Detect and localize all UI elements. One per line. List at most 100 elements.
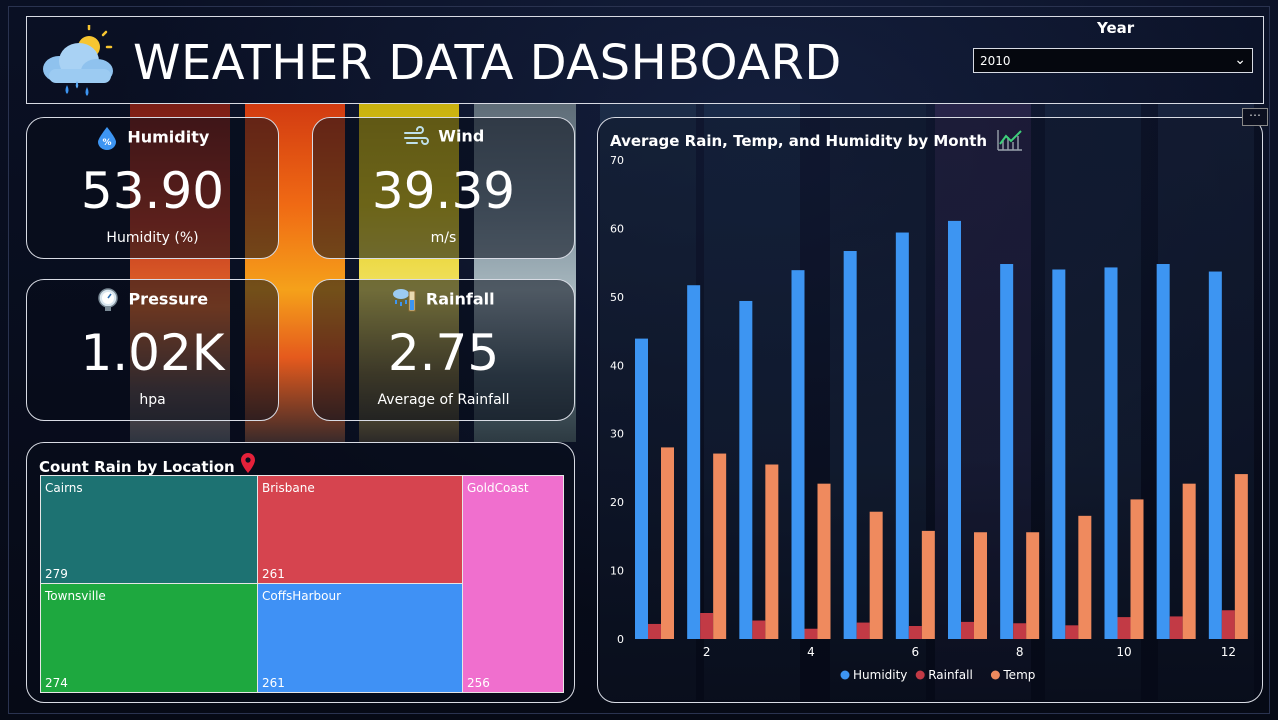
tile-name: GoldCoast	[467, 481, 529, 495]
y-tick-label: 0	[617, 633, 624, 646]
bar-temp-month-3	[765, 464, 779, 639]
header-banner: WEATHER DATA DASHBOARD Year 2010 ⌄	[26, 16, 1264, 104]
kpi-wind-label: Wind	[438, 126, 485, 146]
wind-icon	[403, 126, 429, 145]
bar-temp-month-5	[869, 511, 883, 639]
bar-humidity-month-11	[1156, 264, 1170, 639]
kpi-wind-unit: m/s	[430, 230, 457, 246]
y-tick-label: 20	[610, 496, 624, 509]
bar-temp-month-4	[817, 483, 831, 639]
kpi-rainfall-unit: Average of Rainfall	[377, 392, 510, 408]
bar-rainfall-month-1	[648, 623, 661, 639]
year-filter-label: Year	[1097, 19, 1135, 37]
year-dropdown-value: 2010	[980, 54, 1011, 68]
bar-humidity-month-4	[791, 270, 805, 639]
y-tick-label: 40	[610, 359, 624, 372]
bar-rainfall-month-5	[856, 622, 870, 639]
treemap-card: Count Rain by Location Cairns 279 Brisba…	[26, 442, 575, 703]
treemap-tile-brisbane[interactable]: Brisbane 261	[257, 475, 463, 584]
bar-humidity-month-3	[739, 300, 753, 639]
legend-label-humidity: Humidity	[853, 668, 907, 682]
treemap-title: Count Rain by Location	[39, 453, 256, 476]
x-tick-label: 4	[807, 645, 815, 659]
kpi-wind-header: Wind	[313, 126, 574, 148]
bar-humidity-month-12	[1208, 271, 1222, 639]
kpi-rainfall-header: Rainfall	[313, 288, 574, 312]
bar-humidity-month-2	[687, 285, 701, 639]
y-tick-label: 70	[610, 154, 624, 167]
legend-marker-rainfall	[915, 670, 925, 680]
bar-rainfall-month-8	[1013, 623, 1027, 639]
bar-temp-month-2	[713, 453, 727, 639]
tile-name: Townsville	[45, 589, 106, 603]
kpi-humidity-value: 53.90	[80, 162, 225, 220]
kpi-rainfall-value: 2.75	[387, 324, 500, 382]
bar-temp-month-9	[1078, 515, 1092, 639]
tile-name: CoffsHarbour	[262, 589, 342, 603]
bar-humidity-month-7	[948, 220, 961, 639]
treemap-title-text: Count Rain by Location	[39, 458, 235, 476]
bar-humidity-month-9	[1052, 269, 1066, 639]
chevron-down-icon[interactable]: ⌄	[1234, 52, 1246, 68]
y-tick-label: 60	[610, 222, 624, 235]
tile-name: Cairns	[45, 481, 83, 495]
bar-rainfall-month-9	[1065, 625, 1079, 639]
bar-rainfall-month-12	[1221, 610, 1235, 639]
tile-count: 261	[262, 676, 285, 690]
location-pin-icon	[240, 453, 255, 473]
tile-count: 261	[262, 567, 285, 581]
kpi-pressure-unit: hpa	[139, 392, 166, 408]
legend-label-temp: Temp	[1002, 668, 1035, 682]
treemap-tile-cairns[interactable]: Cairns 279	[40, 475, 258, 584]
legend-marker-humidity	[840, 670, 850, 680]
bar-rainfall-month-6	[908, 625, 922, 639]
monthly-chart-card: ⋯ Average Rain, Temp, and Humidity by Mo…	[597, 108, 1268, 703]
bar-humidity-month-6	[895, 232, 909, 639]
bar-rainfall-month-7	[961, 621, 974, 639]
bar-temp-month-7	[974, 532, 987, 639]
bar-humidity-month-5	[843, 251, 857, 639]
bar-rainfall-month-11	[1169, 616, 1183, 639]
kpi-rainfall-label: Rainfall	[425, 289, 495, 309]
humidity-drop-icon: %	[97, 127, 116, 150]
kpi-humidity-label: Humidity	[127, 127, 210, 147]
kpi-card-rainfall: Rainfall 2.75 Average of Rainfall	[312, 279, 575, 421]
kpi-wind-value: 39.39	[371, 162, 516, 220]
y-tick-label: 10	[610, 565, 624, 578]
bar-temp-month-8	[1026, 532, 1040, 639]
x-tick-label: 6	[912, 645, 920, 659]
bar-humidity-month-8	[1000, 264, 1014, 639]
bar-temp-month-10	[1130, 499, 1144, 639]
kpi-card-pressure: Pressure 1.02K hpa	[26, 279, 279, 421]
kpi-humidity-header: % Humidity	[27, 126, 278, 150]
kpi-pressure-value: 1.02K	[80, 324, 225, 382]
bar-temp-month-1	[661, 447, 674, 639]
kpi-card-humidity: % Humidity 53.90 Humidity (%)	[26, 117, 279, 259]
bar-rainfall-month-3	[752, 620, 766, 639]
bar-rainfall-month-10	[1117, 617, 1131, 639]
bar-humidity-month-1	[635, 338, 648, 639]
year-dropdown[interactable]: 2010 ⌄	[973, 48, 1253, 73]
x-tick-label: 10	[1116, 645, 1131, 659]
legend-marker-temp	[990, 670, 1000, 680]
pressure-gauge-icon	[98, 288, 118, 311]
treemap-tile-goldcoast[interactable]: GoldCoast 256	[462, 475, 564, 693]
tile-count: 279	[45, 567, 68, 581]
bar-rainfall-month-2	[700, 612, 714, 639]
bar-humidity-month-10	[1104, 267, 1118, 639]
treemap-tile-townsville[interactable]: Townsville 274	[40, 583, 258, 693]
bar-temp-month-6	[921, 530, 935, 639]
kpi-pressure-label: Pressure	[128, 289, 209, 309]
kpi-card-wind: Wind 39.39 m/s	[312, 117, 575, 259]
rain-gauge-icon	[393, 289, 416, 312]
bar-rainfall-month-4	[804, 628, 818, 639]
kpi-humidity-unit: Humidity (%)	[106, 230, 199, 246]
tile-count: 274	[45, 676, 68, 690]
tile-name: Brisbane	[262, 481, 315, 495]
page-title: WEATHER DATA DASHBOARD	[133, 35, 842, 91]
bar-temp-month-11	[1182, 483, 1196, 639]
kpi-pressure-header: Pressure	[27, 288, 278, 312]
x-tick-label: 12	[1221, 645, 1236, 659]
treemap-tile-coffsharbour[interactable]: CoffsHarbour 261	[257, 583, 463, 693]
svg-text:%: %	[102, 138, 111, 148]
